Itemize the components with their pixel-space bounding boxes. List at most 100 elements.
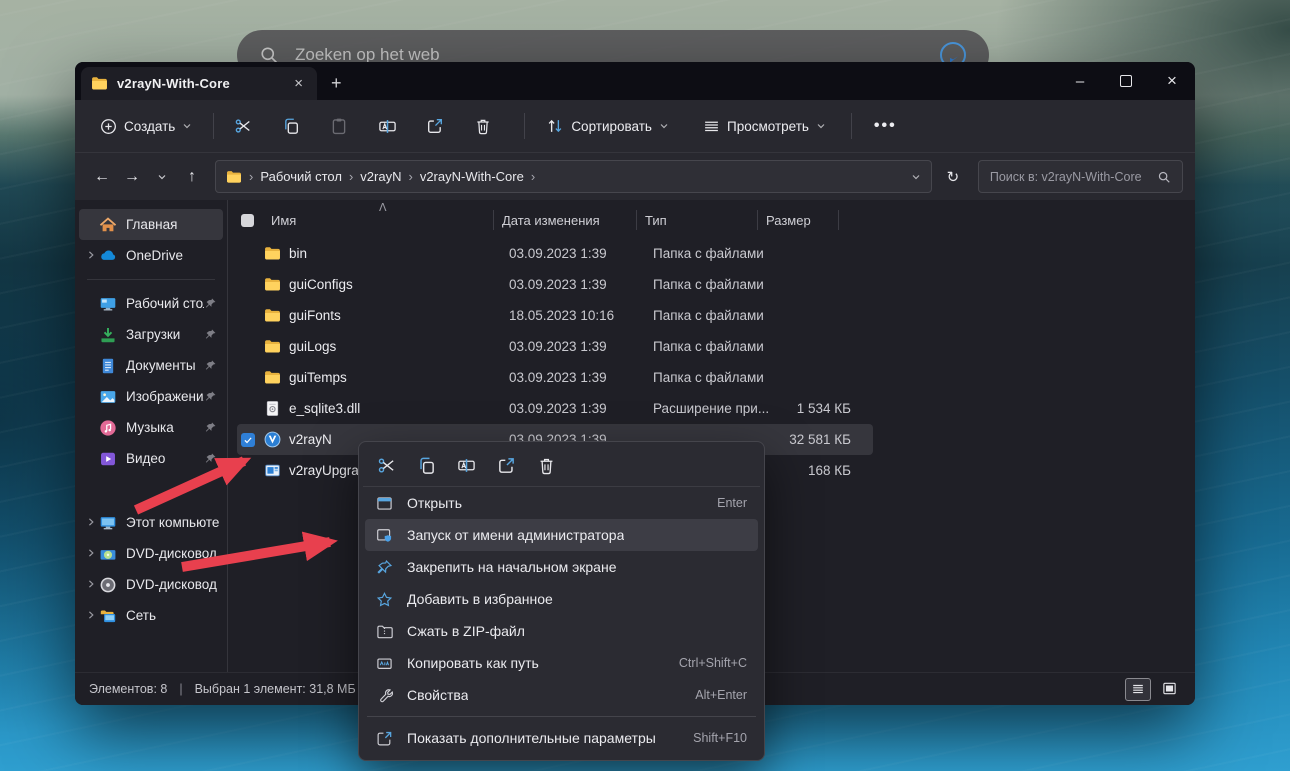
expand-chevron-icon[interactable] bbox=[83, 516, 99, 530]
sort-button[interactable]: Сортировать bbox=[537, 110, 678, 142]
select-all-checkbox[interactable] bbox=[237, 210, 271, 230]
context-menu-item-properties[interactable]: СвойстваAlt+Enter bbox=[365, 679, 758, 711]
expand-chevron-icon[interactable] bbox=[83, 547, 99, 561]
context-menu-item-label: Показать дополнительные параметры bbox=[407, 730, 656, 746]
row-checkbox[interactable] bbox=[237, 433, 264, 447]
documents-icon bbox=[99, 357, 117, 375]
downloads-icon bbox=[99, 326, 117, 344]
file-row-guiFonts[interactable]: guiFonts18.05.2023 10:16Папка с файлами bbox=[237, 300, 873, 331]
copy-button[interactable] bbox=[274, 109, 308, 143]
context-menu-item-compress-zip[interactable]: Сжать в ZIP-файл bbox=[365, 615, 758, 647]
rename-icon[interactable] bbox=[457, 456, 476, 475]
toolbar-separator bbox=[851, 113, 852, 139]
navigation-pane: Главная OneDrive Рабочий столЗагрузкиДокум… bbox=[75, 200, 228, 672]
rename-icon bbox=[378, 117, 397, 136]
window-controls: – × bbox=[1057, 62, 1195, 100]
breadcrumb-item[interactable]: Рабочий стол bbox=[260, 169, 342, 184]
items-count: Элементов: 8 bbox=[89, 682, 167, 696]
pin-icon bbox=[204, 390, 217, 403]
sidebar-item-label: Главная bbox=[126, 217, 219, 232]
sidebar-item-desktop[interactable]: Рабочий стол bbox=[79, 288, 223, 319]
sort-ascending-icon: ᐱ bbox=[379, 201, 387, 214]
cut-icon[interactable] bbox=[377, 456, 396, 475]
file-type: Папка с файлами bbox=[653, 277, 775, 292]
context-menu-item-open[interactable]: ОткрытьEnter bbox=[365, 487, 758, 519]
sidebar-item-network[interactable]: Сеть bbox=[79, 600, 223, 631]
copy-icon[interactable] bbox=[417, 456, 436, 475]
view-button[interactable]: Просмотреть bbox=[694, 111, 835, 142]
context-menu-item-pin-to-start[interactable]: Закрепить на начальном экране bbox=[365, 551, 758, 583]
sidebar-item-video[interactable]: Видео bbox=[79, 443, 223, 474]
dvdd-icon bbox=[99, 545, 117, 563]
thumbnail-view-button[interactable] bbox=[1157, 678, 1181, 699]
file-type: Папка с файлами bbox=[653, 370, 775, 385]
search-box[interactable]: Поиск в: v2rayN-With-Core bbox=[978, 160, 1183, 193]
address-dropdown-icon[interactable] bbox=[911, 172, 921, 182]
file-row-guiTemps[interactable]: guiTemps03.09.2023 1:39Папка с файлами bbox=[237, 362, 873, 393]
context-menu: ОткрытьEnterЗапуск от имени администрато… bbox=[358, 441, 765, 761]
pin-icon bbox=[204, 297, 217, 310]
expand-chevron-icon[interactable] bbox=[83, 249, 99, 263]
pin-icon bbox=[204, 421, 217, 434]
expand-chevron-icon[interactable] bbox=[83, 609, 99, 623]
share-button[interactable] bbox=[418, 109, 452, 143]
folder-icon bbox=[264, 369, 281, 386]
close-icon: × bbox=[1167, 71, 1177, 91]
minimize-button[interactable]: – bbox=[1057, 62, 1103, 100]
folder-icon bbox=[91, 75, 108, 92]
cut-button[interactable] bbox=[226, 109, 260, 143]
sidebar-item-label: Музыка bbox=[126, 420, 204, 435]
sidebar-item-label: Изображения bbox=[126, 389, 204, 404]
recent-locations-button[interactable] bbox=[147, 162, 177, 192]
up-button[interactable]: ↑ bbox=[177, 162, 207, 192]
context-menu-item-show-more-options[interactable]: Показать дополнительные параметрыShift+F… bbox=[365, 722, 758, 754]
file-row-e_sqlite3.dll[interactable]: e_sqlite3.dll03.09.2023 1:39Расширение п… bbox=[237, 393, 873, 424]
tab-close-button[interactable]: × bbox=[290, 74, 307, 93]
file-date: 03.09.2023 1:39 bbox=[509, 339, 653, 354]
breadcrumb[interactable]: ›Рабочий стол›v2rayN›v2rayN-With-Core› bbox=[215, 160, 932, 193]
trash-icon[interactable] bbox=[537, 456, 556, 475]
context-menu-item-add-to-favorites[interactable]: Добавить в избранное bbox=[365, 583, 758, 615]
breadcrumb-chevron-icon: › bbox=[408, 169, 412, 184]
more-options-button[interactable]: ••• bbox=[864, 117, 907, 135]
sidebar-item-downloads[interactable]: Загрузки bbox=[79, 319, 223, 350]
selection-info: Выбран 1 элемент: 31,8 МБ bbox=[195, 682, 356, 696]
sidebar-item-dvd-d[interactable]: DVD-дисковод (D:) bbox=[79, 538, 223, 569]
expand-chevron-icon[interactable] bbox=[83, 578, 99, 592]
details-view-button[interactable] bbox=[1125, 678, 1151, 701]
sidebar-item-dvd-e[interactable]: DVD-дисковод (E:) bbox=[79, 569, 223, 600]
share-icon[interactable] bbox=[497, 456, 516, 475]
column-header-date[interactable]: Дата изменения bbox=[493, 210, 636, 230]
paste-button[interactable] bbox=[322, 109, 356, 143]
new-button[interactable]: Создать bbox=[91, 111, 201, 142]
forward-button[interactable]: → bbox=[117, 162, 147, 192]
delete-button[interactable] bbox=[466, 109, 500, 143]
sidebar-item-pictures[interactable]: Изображения bbox=[79, 381, 223, 412]
sidebar-item-onedrive[interactable]: OneDrive bbox=[79, 240, 223, 271]
sidebar-item-documents[interactable]: Документы bbox=[79, 350, 223, 381]
breadcrumb-item[interactable]: v2rayN-With-Core bbox=[420, 169, 524, 184]
search-icon bbox=[1157, 170, 1171, 184]
context-menu-item-copy-as-path[interactable]: Копировать как путьCtrl+Shift+C bbox=[365, 647, 758, 679]
context-menu-item-run-as-admin[interactable]: Запуск от имени администратора bbox=[365, 519, 758, 551]
file-icon-cell bbox=[264, 462, 289, 479]
sidebar-item-this-pc[interactable]: Этот компьютер bbox=[79, 507, 223, 538]
open-icon bbox=[376, 495, 393, 512]
breadcrumb-item[interactable]: v2rayN bbox=[360, 169, 401, 184]
back-button[interactable]: ← bbox=[87, 162, 117, 192]
network-icon bbox=[99, 607, 117, 625]
column-header-type[interactable]: Тип bbox=[636, 210, 757, 230]
file-row-guiLogs[interactable]: guiLogs03.09.2023 1:39Папка с файлами bbox=[237, 331, 873, 362]
sidebar-item-home[interactable]: Главная bbox=[79, 209, 223, 240]
explorer-tab[interactable]: v2rayN-With-Core × bbox=[81, 67, 317, 100]
maximize-button[interactable] bbox=[1103, 62, 1149, 100]
refresh-button[interactable]: ↻ bbox=[938, 162, 968, 192]
new-tab-button[interactable]: + bbox=[331, 74, 342, 92]
close-button[interactable]: × bbox=[1149, 62, 1195, 100]
sidebar-item-music[interactable]: Музыка bbox=[79, 412, 223, 443]
column-header-size[interactable]: Размер bbox=[757, 210, 838, 230]
file-row-bin[interactable]: bin03.09.2023 1:39Папка с файлами bbox=[237, 238, 873, 269]
file-date: 03.09.2023 1:39 bbox=[509, 401, 653, 416]
rename-button[interactable] bbox=[370, 109, 404, 143]
file-row-guiConfigs[interactable]: guiConfigs03.09.2023 1:39Папка с файлами bbox=[237, 269, 873, 300]
